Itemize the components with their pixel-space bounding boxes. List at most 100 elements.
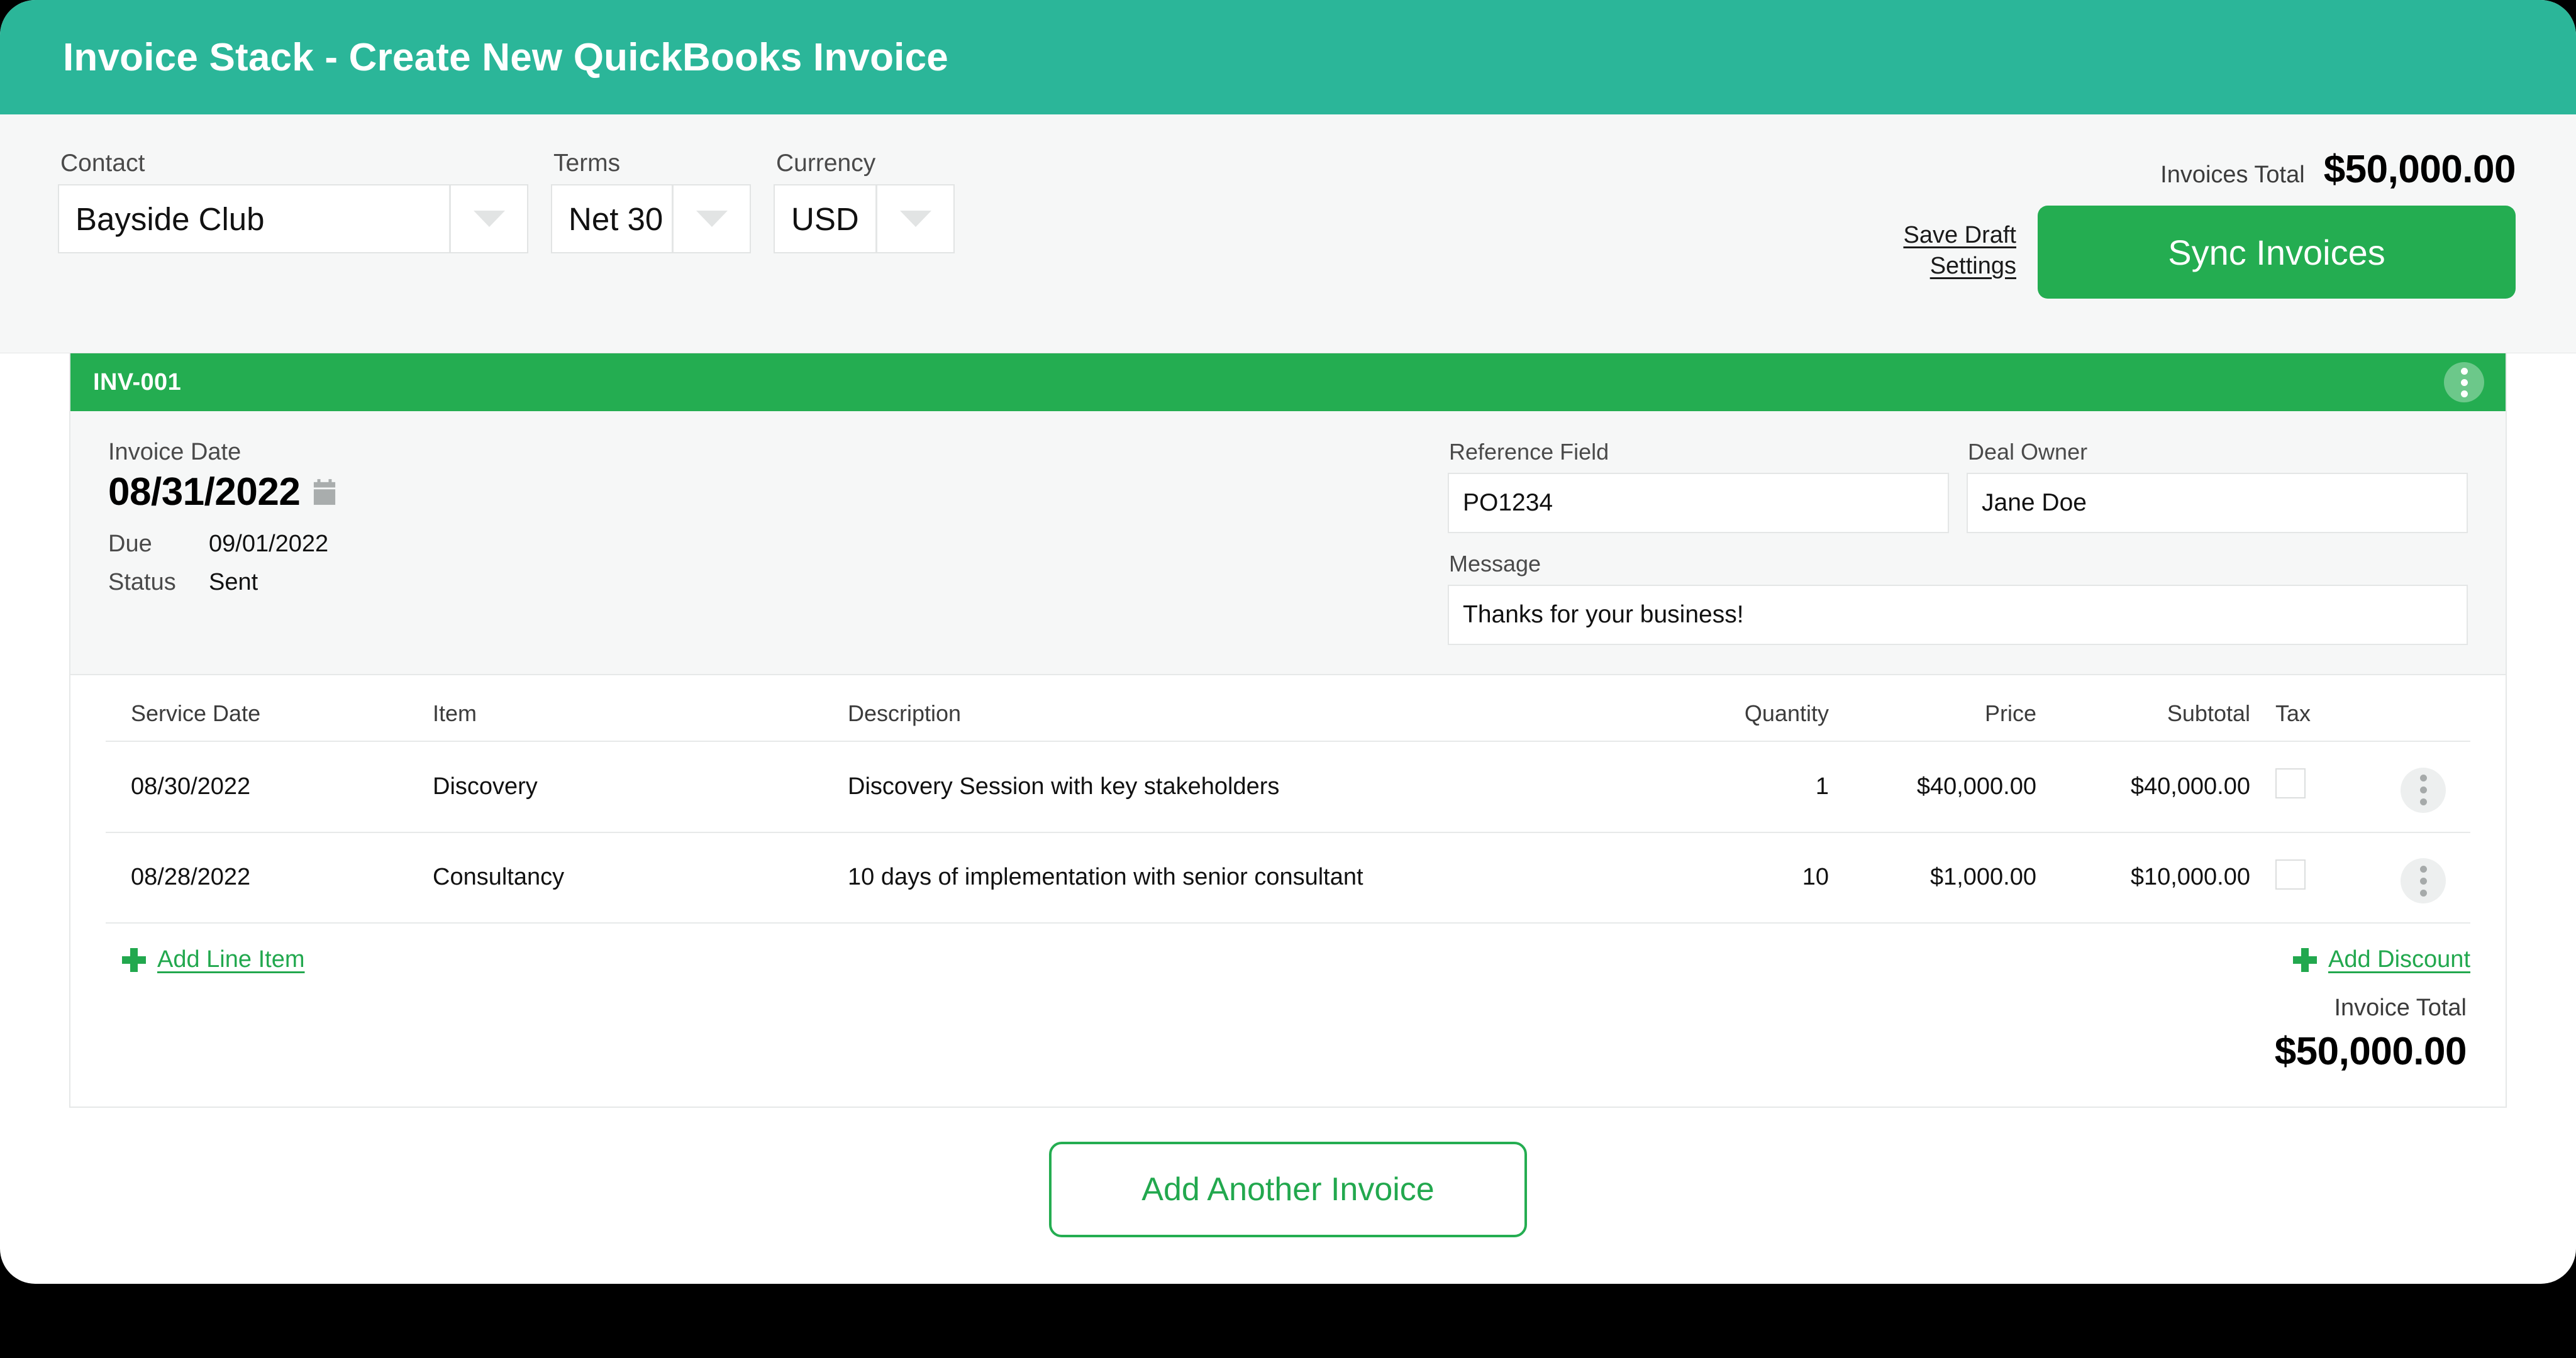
line-item-menu-button[interactable] bbox=[2401, 767, 2446, 813]
terms-field-group: Terms Net 30 bbox=[551, 151, 751, 253]
cell-item: Consultancy bbox=[433, 831, 848, 924]
add-discount-button[interactable]: Add Discount bbox=[2292, 946, 2470, 973]
cell-description: 10 days of implementation with senior co… bbox=[848, 831, 1621, 924]
cell-service-date: 08/28/2022 bbox=[106, 831, 433, 924]
invoice-card-header: INV-001 bbox=[70, 353, 2506, 411]
message-input[interactable]: Thanks for your business! bbox=[1448, 585, 2468, 645]
app-window: Invoice Stack - Create New QuickBooks In… bbox=[0, 0, 2576, 1284]
kebab-menu-icon bbox=[2419, 787, 2427, 793]
invoices-total: Invoices Total $50,000.00 bbox=[2160, 147, 2516, 192]
settings-link[interactable]: Settings bbox=[1930, 253, 2016, 280]
chevron-down-icon bbox=[473, 211, 505, 227]
invoice-card: INV-001 Invoice Date 08/31/2022 Due 09/0… bbox=[69, 353, 2507, 1108]
header-quantity: Quantity bbox=[1744, 700, 1829, 726]
cell-tax bbox=[2250, 831, 2376, 924]
invoice-card-area: INV-001 Invoice Date 08/31/2022 Due 09/0… bbox=[0, 353, 2576, 1108]
header-row-menu bbox=[2376, 700, 2470, 741]
contact-label: Contact bbox=[60, 150, 145, 177]
cell-subtotal: $40,000.00 bbox=[2036, 741, 2250, 833]
invoice-due-row: Due 09/01/2022 bbox=[108, 531, 1448, 558]
tax-checkbox[interactable] bbox=[2275, 859, 2306, 890]
contact-select-arrow[interactable] bbox=[449, 185, 527, 252]
title-bar: Invoice Stack - Create New QuickBooks In… bbox=[0, 0, 2576, 114]
page-title: Invoice Stack - Create New QuickBooks In… bbox=[63, 35, 948, 79]
add-another-invoice-button[interactable]: Add Another Invoice bbox=[1049, 1142, 1527, 1237]
cell-price: $40,000.00 bbox=[1829, 741, 2036, 833]
invoice-fields-row: Reference Field PO1234 Deal Owner Jane D… bbox=[1448, 439, 2468, 533]
save-draft-link[interactable]: Save Draft bbox=[1903, 222, 2016, 249]
invoice-date-value: 08/31/2022 bbox=[108, 470, 301, 514]
table-header-row: Service Date Item Description Quantity P… bbox=[106, 700, 2470, 741]
invoice-total-block: Invoice Total $50,000.00 bbox=[106, 973, 2470, 1107]
kebab-menu-icon bbox=[2419, 877, 2427, 885]
cell-row-menu bbox=[2376, 741, 2470, 833]
terms-select-arrow[interactable] bbox=[672, 185, 750, 252]
cell-service-date: 08/30/2022 bbox=[106, 741, 433, 833]
cell-price: $1,000.00 bbox=[1829, 831, 2036, 924]
tax-checkbox[interactable] bbox=[2275, 768, 2306, 799]
terms-label: Terms bbox=[553, 150, 621, 177]
cell-description: Discovery Session with key stakeholders bbox=[848, 741, 1621, 833]
currency-select-arrow[interactable] bbox=[875, 185, 953, 252]
header-service-date: Service Date bbox=[131, 700, 261, 726]
sync-invoices-button[interactable]: Sync Invoices bbox=[2038, 206, 2516, 299]
invoices-total-value: $50,000.00 bbox=[2323, 148, 2516, 191]
toolbar-actions: Save Draft Settings Sync Invoices bbox=[1903, 206, 2516, 299]
deal-owner-field-group: Deal Owner Jane Doe bbox=[1967, 439, 2468, 533]
reference-field-group: Reference Field PO1234 bbox=[1448, 439, 1949, 533]
invoice-status-label: Status bbox=[108, 569, 176, 595]
kebab-menu-icon bbox=[2419, 775, 2427, 781]
cell-item: Discovery bbox=[433, 741, 848, 833]
reference-field-label: Reference Field bbox=[1449, 439, 1609, 465]
cell-quantity: 1 bbox=[1621, 741, 1829, 833]
toolbar-left-group: Contact Bayside Club Terms Net 30 Curren… bbox=[58, 151, 955, 253]
add-discount-label: Add Discount bbox=[2328, 946, 2470, 973]
terms-select-value: Net 30 bbox=[569, 201, 663, 237]
table-row: 08/30/2022 Discovery Discovery Session w… bbox=[106, 741, 2470, 833]
deal-owner-input[interactable]: Jane Doe bbox=[1967, 473, 2468, 533]
invoice-total-value: $50,000.00 bbox=[2274, 1030, 2467, 1073]
invoice-due-value: 09/01/2022 bbox=[209, 531, 329, 557]
invoice-date-row: 08/31/2022 bbox=[108, 470, 1448, 514]
cell-quantity: 10 bbox=[1621, 831, 1829, 924]
kebab-menu-icon bbox=[2419, 798, 2427, 805]
line-items-footer: Add Line Item Add Discount bbox=[106, 924, 2470, 973]
status-badge: Sent bbox=[209, 569, 258, 595]
line-item-menu-button[interactable] bbox=[2401, 858, 2446, 903]
header-item: Item bbox=[433, 700, 477, 726]
contact-select[interactable]: Bayside Club bbox=[58, 184, 528, 253]
add-line-item-button[interactable]: Add Line Item bbox=[106, 946, 304, 973]
calendar-icon[interactable] bbox=[313, 478, 336, 505]
line-items-table: Service Date Item Description Quantity P… bbox=[106, 700, 2470, 924]
header-subtotal: Subtotal bbox=[2167, 700, 2250, 726]
add-line-item-label: Add Line Item bbox=[157, 946, 305, 973]
toolbar: Contact Bayside Club Terms Net 30 Curren… bbox=[0, 114, 2576, 428]
kebab-menu-icon bbox=[2460, 367, 2468, 375]
line-items-area: Service Date Item Description Quantity P… bbox=[70, 675, 2506, 1107]
add-another-invoice-area: Add Another Invoice bbox=[0, 1108, 2576, 1237]
invoice-total-label: Invoice Total bbox=[2334, 995, 2467, 1021]
terms-select[interactable]: Net 30 bbox=[551, 184, 751, 253]
message-field-group: Message Thanks for your business! bbox=[1448, 551, 2468, 645]
plus-icon bbox=[2292, 947, 2317, 972]
invoice-status-row: Status Sent bbox=[108, 569, 1448, 596]
kebab-menu-icon bbox=[2419, 889, 2427, 897]
table-row: 08/28/2022 Consultancy 10 days of implem… bbox=[106, 831, 2470, 924]
invoice-card-top: Invoice Date 08/31/2022 Due 09/01/2022 S… bbox=[70, 411, 2506, 675]
contact-select-value: Bayside Club bbox=[75, 201, 265, 237]
currency-label: Currency bbox=[776, 150, 876, 177]
toolbar-action-links: Save Draft Settings bbox=[1903, 222, 2016, 282]
header-description: Description bbox=[848, 700, 962, 726]
plus-icon bbox=[122, 947, 146, 972]
chevron-down-icon bbox=[696, 211, 728, 227]
currency-select[interactable]: USD bbox=[774, 184, 955, 253]
currency-select-value: USD bbox=[791, 201, 859, 237]
cell-row-menu bbox=[2376, 831, 2470, 924]
currency-field-group: Currency USD bbox=[774, 151, 955, 253]
invoice-card-menu-button[interactable] bbox=[2444, 362, 2484, 402]
reference-field-input[interactable]: PO1234 bbox=[1448, 473, 1949, 533]
invoice-date-label: Invoice Date bbox=[108, 439, 242, 465]
header-price: Price bbox=[1984, 700, 2036, 726]
invoice-fields-column: Reference Field PO1234 Deal Owner Jane D… bbox=[1448, 439, 2468, 645]
contact-field-group: Contact Bayside Club bbox=[58, 151, 528, 253]
